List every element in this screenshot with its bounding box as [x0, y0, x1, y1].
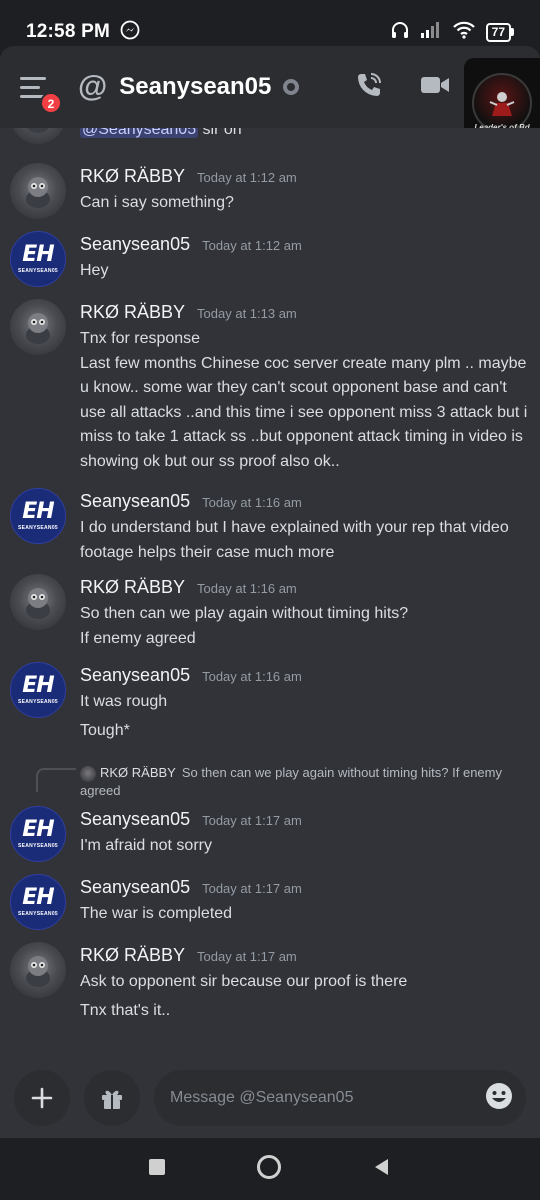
- message-timestamp: Today at 1:17 am: [202, 813, 302, 828]
- gift-icon: [102, 1090, 122, 1109]
- message-text: The war is completed: [80, 905, 233, 922]
- author-name[interactable]: RKØ RÄBBY: [80, 577, 185, 598]
- message-text: Tnx that's it..: [80, 1001, 171, 1019]
- robot-avatar-icon: [26, 313, 50, 344]
- author-name[interactable]: RKØ RÄBBY: [80, 166, 185, 187]
- author-name[interactable]: Seanysean05: [80, 877, 190, 898]
- home-button[interactable]: [256, 1154, 282, 1185]
- channel-title[interactable]: Seanysean05: [119, 73, 271, 101]
- eh-logo: EH: [22, 242, 54, 267]
- robot-avatar-icon: [27, 128, 49, 133]
- avatar[interactable]: EH SEANYSEAN05: [10, 231, 66, 287]
- avatar[interactable]: EH SEANYSEAN05: [10, 662, 66, 718]
- attach-button[interactable]: [14, 1070, 70, 1126]
- message-text: Last few months Chinese coc server creat…: [80, 354, 528, 470]
- dm-header: 2 @ Seanysean05: [0, 46, 540, 128]
- message-text: So then can we play again without timing…: [80, 605, 409, 622]
- battery-indicator: 77: [485, 22, 514, 42]
- author-name[interactable]: RKØ RÄBBY: [80, 302, 185, 323]
- message-timestamp: Today at 1:16 am: [202, 669, 302, 684]
- status-time: 12:58 PM: [26, 21, 110, 42]
- video-call-button[interactable]: [420, 73, 450, 102]
- robot-avatar-icon: [26, 956, 50, 987]
- reply-author: RKØ RÄBBY: [100, 765, 176, 780]
- message-text: Can i say something?: [80, 194, 234, 211]
- message-text: It was rough: [80, 693, 168, 710]
- menu-icon: [20, 76, 46, 80]
- message-timestamp: Today at 1:16 am: [197, 581, 297, 596]
- author-name[interactable]: Seanysean05: [80, 809, 190, 830]
- gift-button[interactable]: [84, 1070, 140, 1126]
- message-timestamp: Today at 1:12 am: [197, 170, 297, 185]
- message-input-wrap: [154, 1070, 526, 1126]
- author-name[interactable]: Seanysean05: [80, 234, 190, 255]
- reply-preview[interactable]: RKØ RÄBBY So then can we play again witho…: [80, 764, 530, 800]
- message-composer: [0, 1058, 540, 1138]
- reply-avatar: [80, 765, 96, 782]
- back-button[interactable]: [372, 1157, 392, 1182]
- signal-icon: [420, 21, 442, 44]
- reply-connector: [36, 768, 76, 792]
- avatar[interactable]: [10, 299, 66, 355]
- avatar[interactable]: [10, 128, 66, 144]
- message-text: sir on: [198, 128, 242, 138]
- message-timestamp: Today at 1:13 am: [197, 306, 297, 321]
- circle-icon: [257, 1154, 281, 1179]
- message-input[interactable]: [170, 1089, 484, 1107]
- message-text: Tnx for response: [80, 330, 201, 347]
- message-text: I'm afraid not sorry: [80, 837, 212, 854]
- square-icon: [149, 1158, 165, 1175]
- message-text: Ask to opponent sir because our proof is…: [80, 973, 408, 990]
- video-camera-icon: [421, 76, 449, 93]
- eh-logo: EH: [22, 885, 54, 910]
- wifi-icon: [452, 21, 476, 44]
- message-text: If enemy agreed: [80, 629, 196, 647]
- eh-logo: EH: [22, 817, 54, 842]
- recents-button[interactable]: [148, 1158, 166, 1181]
- avatar[interactable]: [10, 163, 66, 219]
- warrior-emblem-icon: [489, 91, 515, 116]
- avatar[interactable]: EH SEANYSEAN05: [10, 488, 66, 544]
- author-name[interactable]: Seanysean05: [80, 665, 190, 686]
- message-text: I do understand but I have explained wit…: [80, 519, 509, 561]
- at-icon: @: [78, 70, 108, 103]
- message-text: Hey: [80, 262, 109, 279]
- message-timestamp: Today at 1:12 am: [202, 238, 302, 253]
- author-name[interactable]: RKØ RÄBBY: [80, 945, 185, 966]
- eh-logo: EH: [22, 673, 54, 698]
- emoji-button[interactable]: [484, 1081, 514, 1116]
- robot-avatar-icon: [26, 588, 50, 619]
- notification-badge: 2: [40, 92, 62, 114]
- user-mention[interactable]: @Seanysean05: [80, 128, 199, 138]
- message-list[interactable]: @Seanysean05 sir on RKØ RÄBBY Today at 1…: [0, 128, 540, 1058]
- battery-level: 77: [485, 22, 511, 42]
- author-name[interactable]: Seanysean05: [80, 491, 190, 512]
- avatar[interactable]: EH SEANYSEAN05: [10, 806, 66, 862]
- robot-avatar-icon: [26, 177, 50, 208]
- phone-icon: [358, 72, 381, 96]
- system-nav-bar: [0, 1138, 540, 1200]
- emoji-icon: [486, 1082, 512, 1109]
- message-timestamp: Today at 1:17 am: [202, 881, 302, 896]
- offline-status-icon: [283, 79, 300, 95]
- eh-logo: EH: [22, 499, 54, 524]
- message-timestamp: Today at 1:17 am: [197, 949, 297, 964]
- avatar[interactable]: [10, 574, 66, 630]
- message-timestamp: Today at 1:16 am: [202, 495, 302, 510]
- voice-call-button[interactable]: [354, 70, 384, 105]
- messenger-icon: [120, 20, 140, 45]
- menu-button[interactable]: 2: [20, 70, 62, 114]
- avatar[interactable]: EH SEANYSEAN05: [10, 874, 66, 930]
- plus-icon: [31, 1087, 53, 1109]
- headphones-icon: [390, 20, 410, 45]
- avatar[interactable]: [10, 942, 66, 998]
- back-triangle-icon: [375, 1158, 388, 1175]
- message-text: Tough*: [80, 721, 130, 739]
